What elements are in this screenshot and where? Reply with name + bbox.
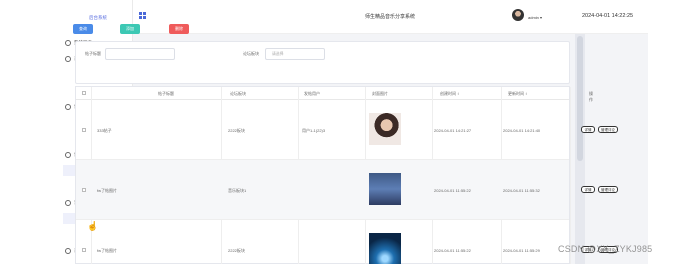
row-updated: 2024-04-01 11:55:29 bbox=[503, 248, 540, 253]
table-row[interactable]: fw了帖图片 音乐板块1 2024-04-01 11:55:22 2024-04… bbox=[76, 160, 618, 220]
menu-grid-icon[interactable] bbox=[139, 12, 146, 19]
row-created: 2024-04-01 11:55:22 bbox=[434, 248, 471, 253]
row-created: 2024-04-01 14:21:27 bbox=[434, 128, 472, 133]
scrollbar-thumb[interactable] bbox=[577, 36, 583, 161]
table-row[interactable]: fw了帖图片 2222板块 2024-04-01 11:55:22 2024-0… bbox=[76, 220, 618, 264]
row-updated: 2024-04-01 14:21:40 bbox=[503, 128, 541, 133]
filter-panel: 帖子标题 论坛板块 请选择 查询 添加 删除 bbox=[73, 24, 570, 84]
table-header: 帖子标题 论坛板块 发帖用户 封面图片 创建时间 ↕ 更新时间 ↕ 操作 bbox=[76, 87, 593, 102]
title-search-input[interactable] bbox=[105, 48, 175, 60]
cover-image bbox=[369, 113, 401, 145]
row-category: 2222板块 bbox=[228, 128, 245, 133]
row-category: 音乐板块1 bbox=[228, 188, 247, 193]
row-checkbox[interactable] bbox=[82, 128, 86, 132]
search-button[interactable]: 查询 bbox=[73, 24, 93, 34]
row-category: 2222板块 bbox=[228, 248, 245, 253]
cover-image bbox=[369, 173, 401, 205]
user-icon bbox=[65, 55, 71, 62]
col-updated[interactable]: 更新时间 ↕ bbox=[508, 91, 527, 97]
add-button[interactable]: 添加 bbox=[120, 24, 140, 34]
system-title: 师生精品音乐分享系统 bbox=[365, 14, 416, 20]
category-select[interactable]: 请选择 bbox=[265, 48, 325, 60]
post-icon bbox=[65, 151, 71, 158]
cover-image bbox=[369, 233, 401, 264]
info-icon bbox=[65, 247, 71, 254]
row-title: 333帖子 bbox=[97, 128, 112, 133]
category-icon bbox=[65, 103, 71, 110]
user-menu[interactable]: admin ▾ bbox=[528, 15, 542, 20]
avatar[interactable] bbox=[512, 9, 524, 21]
row-user: 用户1-1(22)3 bbox=[302, 128, 326, 133]
top-header: 师生精品音乐分享系统 admin ▾ 2024-04-01 14:22:25 bbox=[133, 0, 648, 34]
manage-comments-button[interactable]: 管理评论 bbox=[598, 126, 618, 133]
table-row[interactable]: 333帖子 2222板块 用户1-1(22)3 2024-04-01 14:21… bbox=[76, 100, 618, 160]
music-icon bbox=[65, 199, 71, 206]
row-created: 2024-04-01 11:55:22 bbox=[434, 188, 471, 193]
header-clock: 2024-04-01 14:22:25 bbox=[582, 13, 634, 19]
watermark: CSDN @XX_ZYKJ985 bbox=[558, 244, 653, 254]
row-updated: 2024-04-01 11:55:32 bbox=[503, 188, 540, 193]
col-title: 帖子标题 bbox=[158, 91, 174, 96]
detail-button[interactable]: 详情 bbox=[581, 126, 595, 133]
manage-comments-button[interactable]: 管理评论 bbox=[598, 186, 618, 193]
row-title: fw了帖图片 bbox=[97, 188, 117, 193]
title-filter-label: 帖子标题 bbox=[85, 51, 101, 56]
category-filter-label: 论坛板块 bbox=[243, 51, 259, 56]
home-icon bbox=[65, 39, 71, 46]
row-checkbox[interactable] bbox=[82, 248, 86, 252]
data-table: 帖子标题 论坛板块 发帖用户 封面图片 创建时间 ↕ 更新时间 ↕ 操作 333… bbox=[75, 86, 618, 264]
sidebar-brand: 后台系统 bbox=[89, 15, 107, 20]
detail-button[interactable]: 详情 bbox=[581, 186, 595, 193]
mouse-cursor-icon: ☝ bbox=[87, 221, 99, 231]
col-actions: 操作 bbox=[589, 91, 593, 102]
select-all-checkbox[interactable] bbox=[82, 91, 86, 95]
col-cover: 封面图片 bbox=[372, 91, 388, 96]
row-checkbox[interactable] bbox=[82, 188, 86, 192]
col-user: 发帖用户 bbox=[304, 91, 320, 96]
row-title: fw了帖图片 bbox=[97, 248, 117, 253]
col-created[interactable]: 创建时间 ↕ bbox=[440, 91, 459, 97]
delete-button[interactable]: 删除 bbox=[169, 24, 189, 34]
col-category: 论坛板块 bbox=[230, 91, 246, 96]
